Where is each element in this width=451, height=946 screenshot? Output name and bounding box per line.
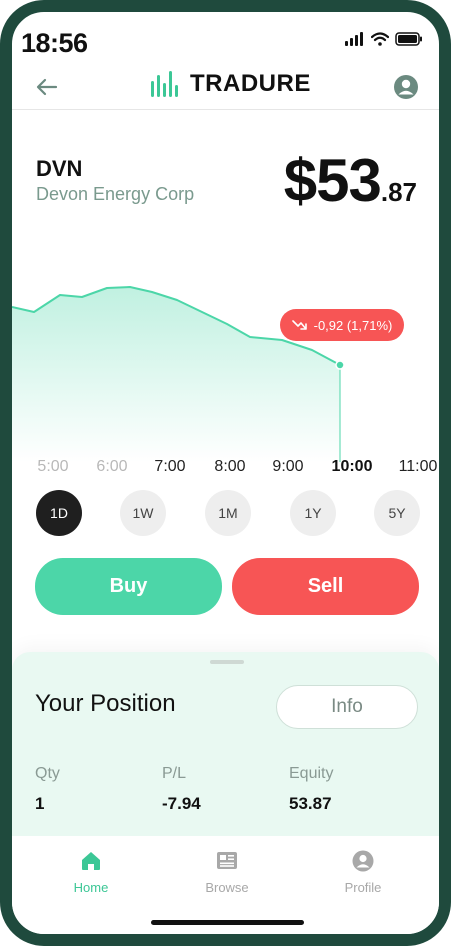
company-name: Devon Energy Corp [36,184,195,204]
range-1m-button[interactable]: 1M [205,490,251,536]
range-1w-button[interactable]: 1W [120,490,166,536]
position-title: Your Position [35,690,176,717]
sheet-drag-handle[interactable] [210,660,244,664]
price-decimal: .87 [380,177,417,207]
nav-profile-label: Profile [344,880,382,895]
back-arrow-icon[interactable] [34,74,60,100]
stat-equity-label: Equity [289,765,334,782]
home-icon [82,852,100,870]
profile-icon [352,850,374,872]
info-button[interactable]: Info [276,685,418,729]
stat-qty-value: 1 [35,794,45,813]
nav-browse[interactable]: Browse [187,850,267,895]
time-label: 7:00 [154,458,186,475]
position-sheet: Your Position Info Qty 1 P/L -7.94 Equit… [12,652,439,852]
stat-qty-label: Qty [35,765,60,782]
time-label: 11:00 [398,458,438,475]
wifi-icon [371,32,389,46]
time-label: 6:00 [96,458,128,475]
nav-home-label: Home [73,880,109,895]
nav-browse-label: Browse [205,880,249,895]
phone-frame: 18:56 TRADURE DVN Devon Energy Corp $53.… [0,0,451,946]
status-time: 18:56 [21,28,88,58]
app-screen: 18:56 TRADURE DVN Devon Energy Corp $53.… [12,12,439,934]
chart-time-axis: 5:00 6:00 7:00 8:00 9:00 10:00 11:00 [12,458,439,478]
ticker-symbol: DVN [36,156,83,181]
home-indicator[interactable] [151,920,304,925]
sell-button[interactable]: Sell [232,558,419,615]
price-chart[interactable] [12,262,439,462]
range-1y-button[interactable]: 1Y [290,490,336,536]
buy-button[interactable]: Buy [35,558,222,615]
time-label: 5:00 [37,458,69,475]
nav-home[interactable]: Home [51,850,131,895]
range-selector: 1D 1W 1M 1Y 5Y [12,490,439,538]
app-header: TRADURE [12,64,439,110]
stat-pl-label: P/L [162,765,187,782]
chart-cursor-dot [335,360,345,370]
time-label-active: 10:00 [331,458,373,475]
time-label: 8:00 [214,458,246,475]
user-avatar-icon[interactable] [393,74,419,100]
news-icon [217,852,237,869]
signal-icon [345,32,363,46]
battery-icon [395,32,422,46]
range-1d-button[interactable]: 1D [36,490,82,536]
stock-price: $53.87 [284,146,417,215]
trend-down-icon [291,320,307,330]
price-change-text: -0,92 (1,71%) [313,317,393,333]
brand-logo-icon [151,71,178,97]
stat-equity-value: 53.87 [289,794,332,813]
time-label: 9:00 [272,458,304,475]
price-integer: $53 [283,147,382,214]
brand: TRADURE [150,70,311,98]
stat-pl-value: -7.94 [162,794,201,813]
status-icons [345,32,423,46]
price-change-badge: -0,92 (1,71%) [280,309,404,341]
range-5y-button[interactable]: 5Y [374,490,420,536]
brand-name: TRADURE [190,70,311,97]
nav-profile[interactable]: Profile [323,850,403,895]
